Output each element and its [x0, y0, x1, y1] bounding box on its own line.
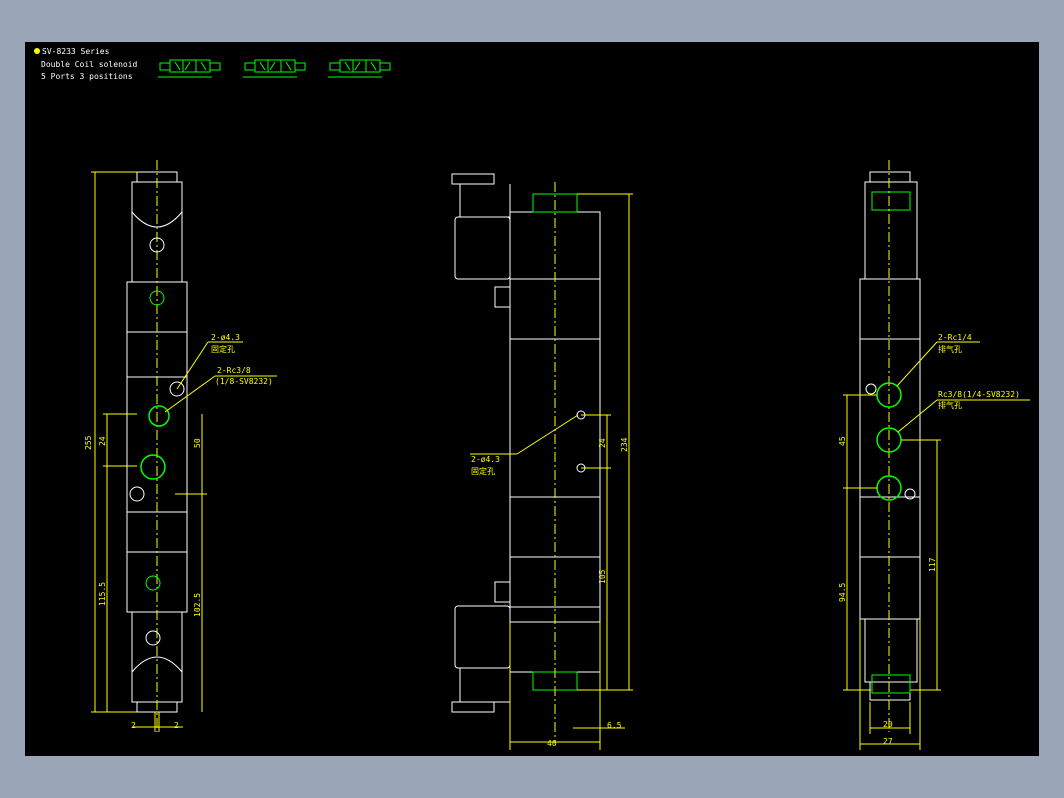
right-callout-exhaust: 2-Rc1/4 [938, 333, 972, 342]
left-dim-2a: 2 [131, 721, 136, 730]
left-port-3 [140, 454, 166, 480]
left-dim-24: 24 [98, 436, 107, 446]
mid-dim-40: 40 [547, 739, 557, 748]
left-callout-port-sub: (1/8-SV8232) [215, 377, 273, 386]
left-dim-115: 115.5 [98, 582, 107, 606]
drawing-canvas: SV-8233 Series Double Coil solenoid 5 Po… [25, 42, 1039, 756]
series-title: SV-8233 Series [42, 47, 110, 56]
right-view: 2-Rc1/4 排气孔 Rc3/8(1/4-SV8232) 排气孔 45 94.… [838, 160, 1030, 750]
left-port-2 [148, 405, 170, 427]
right-dim-117: 117 [928, 557, 937, 572]
left-callout-mount: 2-ø4.3 [211, 333, 240, 342]
mid-body-outline [451, 173, 601, 713]
left-view: 2-ø4.3 固定孔 2-Rc3/8 (1/8-SV8232) 255 24 5… [84, 160, 277, 732]
right-body-outline [859, 171, 921, 701]
left-dimension-lines [91, 171, 277, 732]
middle-view: 2-ø4.3 固定孔 234 24 105 40 6.5 [451, 173, 633, 750]
valve-symbol-1 [158, 59, 221, 78]
left-dim-50: 50 [193, 438, 202, 448]
right-mount-hole-1 [865, 383, 877, 395]
right-connector-bottom [871, 674, 911, 694]
left-dim-2b: 2 [174, 721, 179, 730]
series-desc-ports: 5 Ports 3 positions [41, 72, 133, 81]
mid-dim-105: 105 [598, 569, 607, 584]
right-callout-port-cn: 排气孔 [938, 400, 962, 410]
left-mount-hole-2 [129, 486, 145, 502]
left-hole-bottom [145, 630, 161, 646]
left-callout-port: 2-Rc3/8 [217, 366, 251, 375]
right-dim-27: 27 [883, 737, 893, 746]
left-dim-102: 102.5 [193, 593, 202, 617]
left-port-4 [145, 575, 161, 591]
right-connector-top [871, 191, 911, 211]
valve-symbol-3 [328, 59, 391, 78]
right-callout-exhaust-cn: 排气孔 [938, 344, 962, 354]
mid-callout-mount: 2-ø4.3 [471, 455, 500, 464]
right-dim-94: 94.5 [838, 583, 847, 602]
right-dimension-lines [843, 341, 1030, 750]
right-callout-port: Rc3/8(1/4-SV8232) [938, 390, 1020, 399]
right-dim-45: 45 [838, 436, 847, 446]
valve-symbol-2 [243, 59, 306, 78]
right-dim-20: 20 [883, 720, 893, 729]
mid-callout-mount-cn: 固定孔 [471, 466, 495, 476]
mid-dim-24: 24 [598, 438, 607, 448]
cad-drawing: SV-8233 Series Double Coil solenoid 5 Po… [34, 47, 1030, 750]
mid-dim-234: 234 [620, 437, 629, 452]
series-desc-coil: Double Coil solenoid [41, 60, 138, 69]
left-callout-mount-cn: 固定孔 [211, 344, 235, 354]
bullet-icon [34, 48, 40, 54]
mid-dim-65: 6.5 [607, 721, 622, 730]
left-dim-overall: 255 [84, 435, 93, 450]
